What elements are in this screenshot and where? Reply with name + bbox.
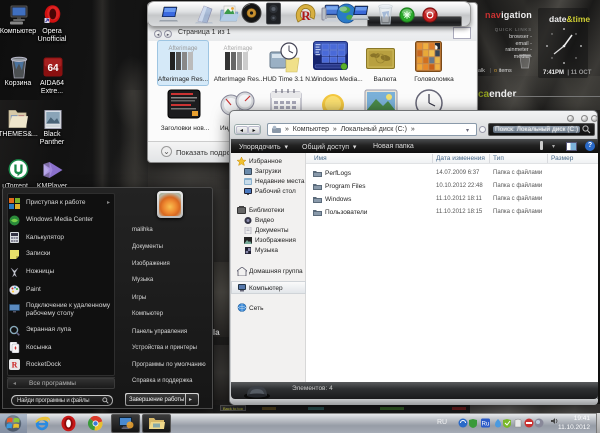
- svg-text:R: R: [301, 8, 311, 23]
- svg-text:Ru: Ru: [482, 422, 490, 428]
- svg-text:R: R: [12, 361, 18, 370]
- svg-text:Afterimage: Afterimage: [223, 46, 253, 52]
- svg-text:64: 64: [47, 63, 59, 74]
- svg-text:Afterimage: Afterimage: [168, 46, 198, 52]
